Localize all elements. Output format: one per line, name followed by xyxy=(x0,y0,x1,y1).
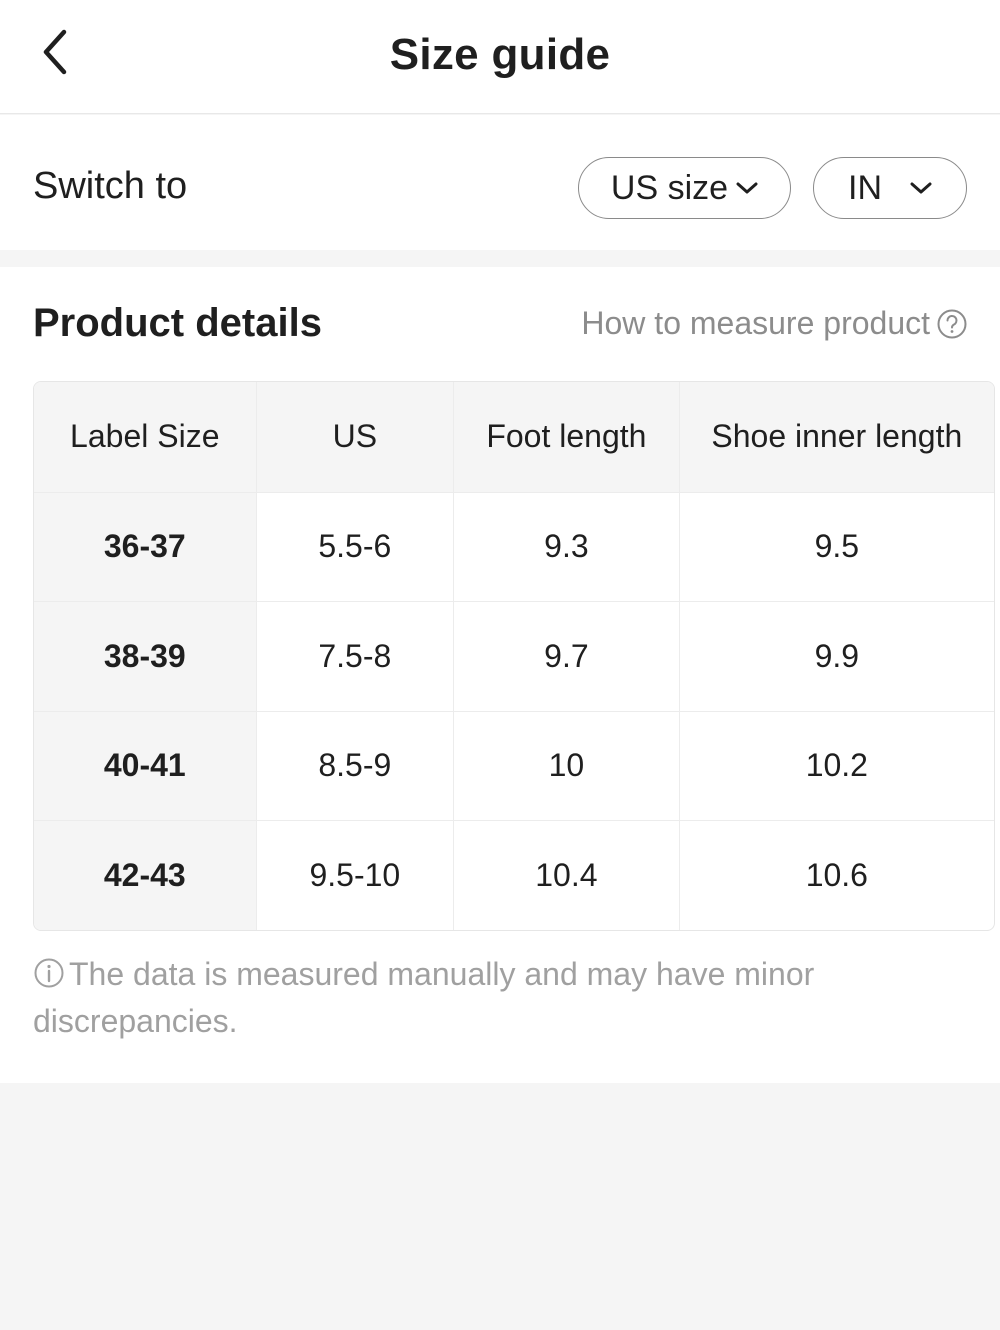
size-system-value: US size xyxy=(610,168,729,207)
table-cell: 42-43 xyxy=(34,821,256,930)
column-header: Label Size xyxy=(70,418,220,455)
how-to-measure-link[interactable]: How to measure product xyxy=(581,305,968,342)
size-system-dropdown[interactable]: US size xyxy=(578,157,791,219)
table-cell: 10.4 xyxy=(453,821,679,930)
page-title: Size guide xyxy=(389,30,611,79)
how-to-measure-label: How to measure product xyxy=(581,305,930,341)
table-row: 36-37 5.5-6 9.3 9.5 xyxy=(34,491,994,601)
table-cell: 38-39 xyxy=(34,602,256,711)
table-row: 40-41 8.5-9 10 10.2 xyxy=(34,710,994,820)
chevron-down-icon xyxy=(736,181,758,195)
table-cell: 5.5-6 xyxy=(255,492,454,601)
table-cell: 9.9 xyxy=(678,602,994,711)
column-header: Shoe inner length xyxy=(678,382,994,492)
table-row: 38-39 7.5-8 9.7 9.9 xyxy=(34,601,994,711)
table-cell: 8.5-9 xyxy=(255,711,454,820)
table-cell: 7.5-8 xyxy=(255,602,454,711)
note-text: The data is measured manually and may ha… xyxy=(33,956,815,1039)
chevron-down-icon xyxy=(910,181,932,195)
switch-label: Switch to xyxy=(33,165,188,207)
size-table: Label Size US Foot length Shoe inner len… xyxy=(33,381,995,931)
unit-dropdown[interactable]: IN xyxy=(813,157,967,219)
question-icon xyxy=(936,308,968,340)
table-cell: 36-37 xyxy=(34,492,256,601)
info-icon xyxy=(33,957,65,1000)
table-cell: 10.6 xyxy=(678,821,994,930)
table-cell: 9.7 xyxy=(453,602,679,711)
table-cell: 9.5-10 xyxy=(255,821,454,930)
top-bar: Size guide xyxy=(0,0,1000,114)
unit-value: IN xyxy=(848,168,882,207)
column-header: US xyxy=(255,382,454,492)
table-cell: 10.2 xyxy=(678,711,994,820)
section-title: Product details xyxy=(33,301,322,345)
product-details-section: Product details How to measure product L… xyxy=(0,267,1000,1083)
table-cell: 9.5 xyxy=(678,492,994,601)
table-row: 42-43 9.5-10 10.4 10.6 xyxy=(34,820,994,930)
table-cell: 40-41 xyxy=(34,711,256,820)
table-cell: 9.3 xyxy=(453,492,679,601)
table-cell: 10 xyxy=(453,711,679,820)
measurement-note: The data is measured manually and may ha… xyxy=(33,953,893,1043)
column-header: Foot length xyxy=(453,382,679,492)
table-header-row: Label Size US Foot length Shoe inner len… xyxy=(34,382,994,492)
switch-section: Switch to US size IN xyxy=(0,115,1000,250)
